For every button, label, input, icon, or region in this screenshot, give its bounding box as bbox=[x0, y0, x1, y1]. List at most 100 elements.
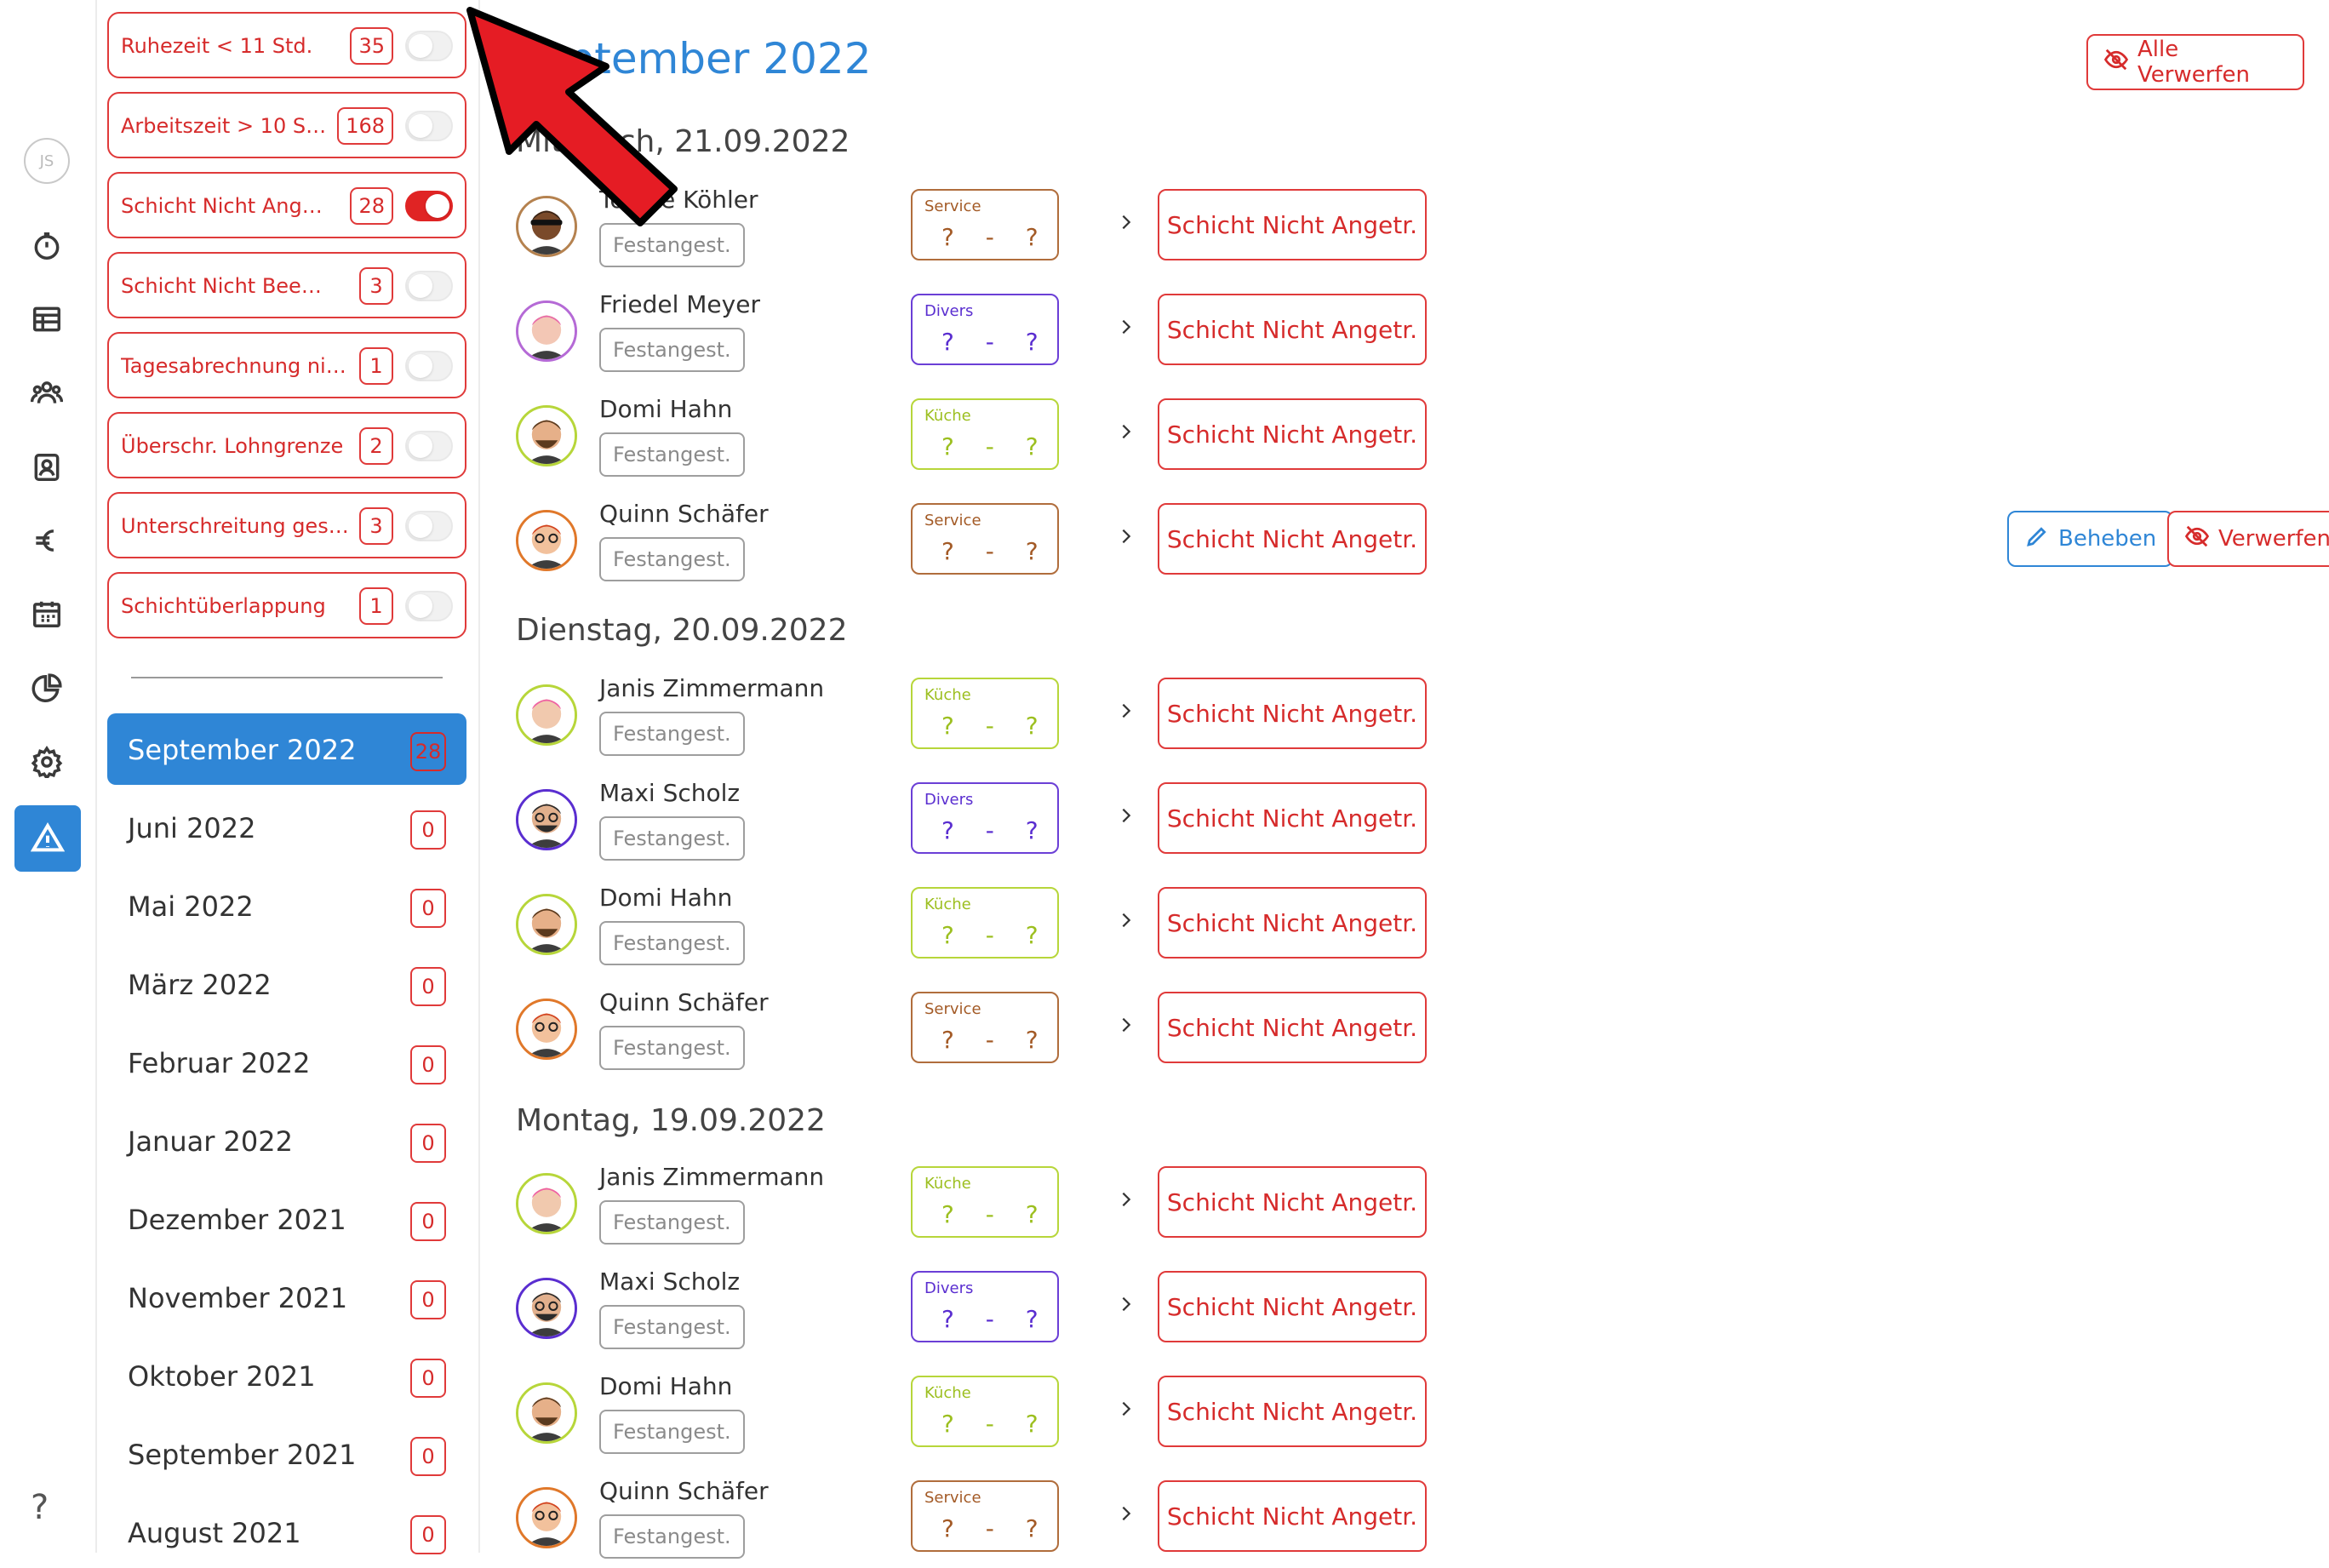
shift-box[interactable]: Divers ? - ? bbox=[911, 782, 1059, 854]
shift-type-label: Küche bbox=[924, 1175, 971, 1193]
status-button[interactable]: Schicht Nicht Angetr. bbox=[1158, 294, 1427, 365]
status-button[interactable]: Schicht Nicht Angetr. bbox=[1158, 1376, 1427, 1447]
main-content: September 2022 Alle Verwerfen Mittwoch, … bbox=[466, 0, 2329, 1559]
month-count-badge: 0 bbox=[410, 1124, 446, 1163]
status-button[interactable]: Schicht Nicht Angetr. bbox=[1158, 1271, 1427, 1342]
discard-all-button[interactable]: Alle Verwerfen bbox=[2086, 34, 2304, 90]
shift-box[interactable]: Küche ? - ? bbox=[911, 1376, 1059, 1447]
month-item[interactable]: Februar 2022 0 bbox=[107, 1027, 466, 1098]
month-item[interactable]: Juni 2022 0 bbox=[107, 792, 466, 863]
filter-toggle[interactable] bbox=[405, 351, 453, 381]
contact-card-icon[interactable] bbox=[27, 448, 66, 487]
filter-toggle[interactable] bbox=[405, 271, 453, 301]
month-item[interactable]: Oktober 2021 0 bbox=[107, 1340, 466, 1411]
status-button[interactable]: Schicht Nicht Angetr. bbox=[1158, 1480, 1427, 1552]
status-button[interactable]: Schicht Nicht Angetr. bbox=[1158, 189, 1427, 260]
shift-box[interactable]: Service ? - ? bbox=[911, 189, 1059, 260]
filter-toggle[interactable] bbox=[405, 511, 453, 541]
shift-box[interactable]: Service ? - ? bbox=[911, 1480, 1059, 1552]
filter-toggle[interactable] bbox=[405, 111, 453, 141]
employee-name: Domi Hahn bbox=[599, 1372, 733, 1400]
employee-row: Friedel Meyer Festangest. Divers ? - ? Schic… bbox=[516, 285, 2320, 379]
pie-chart-icon[interactable] bbox=[27, 669, 66, 708]
warning-icon[interactable] bbox=[14, 805, 81, 872]
filter-count-badge: 168 bbox=[337, 107, 393, 145]
month-item[interactable]: August 2021 0 bbox=[107, 1496, 466, 1568]
shift-box[interactable]: Service ? - ? bbox=[911, 503, 1059, 575]
filter-toggle[interactable] bbox=[405, 431, 453, 461]
shift-box[interactable]: Service ? - ? bbox=[911, 992, 1059, 1063]
toggle-knob bbox=[409, 514, 432, 538]
toggle-knob bbox=[409, 434, 432, 458]
day-heading: Montag, 19.09.2022 bbox=[516, 1103, 826, 1138]
month-label: Januar 2022 bbox=[128, 1125, 293, 1158]
calendar-icon[interactable] bbox=[27, 594, 66, 633]
fix-button[interactable]: Beheben bbox=[2007, 511, 2174, 567]
filter-toggle[interactable] bbox=[405, 591, 453, 621]
shift-box[interactable]: Divers ? - ? bbox=[911, 1271, 1059, 1342]
employment-type-badge: Festangest. bbox=[599, 1200, 745, 1245]
month-count-badge: 0 bbox=[410, 1359, 446, 1398]
month-label: August 2021 bbox=[128, 1517, 301, 1549]
month-item[interactable]: Dezember 2021 0 bbox=[107, 1183, 466, 1255]
status-button[interactable]: Schicht Nicht Angetr. bbox=[1158, 782, 1427, 854]
help-icon[interactable]: ? bbox=[31, 1488, 49, 1527]
discard-button[interactable]: Verwerfen bbox=[2167, 511, 2329, 567]
shift-box[interactable]: Küche ? - ? bbox=[911, 887, 1059, 959]
toggle-knob bbox=[409, 354, 432, 378]
icon-rail: JS ? bbox=[0, 0, 97, 1553]
shift-type-label: Küche bbox=[924, 1384, 971, 1402]
filter-item[interactable]: Unterschreitung ges. ... 3 bbox=[107, 492, 466, 558]
employee-name: Quinn Schäfer bbox=[599, 500, 769, 528]
shift-time-label: ? - ? bbox=[941, 712, 1050, 740]
gear-icon[interactable] bbox=[27, 742, 66, 781]
filter-item[interactable]: Schicht Nicht Beendet 3 bbox=[107, 252, 466, 318]
status-button[interactable]: Schicht Nicht Angetr. bbox=[1158, 503, 1427, 575]
month-label: November 2021 bbox=[128, 1282, 348, 1314]
stopwatch-icon[interactable] bbox=[27, 226, 66, 266]
filter-toggle[interactable] bbox=[405, 31, 453, 61]
employee-row: Tomke Köhler Festangest. Service? - ? Schic… bbox=[516, 180, 2320, 274]
filter-item[interactable]: Überschr. Lohngrenze 2 bbox=[107, 412, 466, 478]
annotation-arrow bbox=[466, 7, 678, 226]
filter-item[interactable]: Schichtüberlappung 1 bbox=[107, 572, 466, 638]
month-count-badge: 0 bbox=[410, 967, 446, 1006]
shift-type-label: Divers bbox=[924, 1279, 974, 1297]
employment-type-badge: Festangest. bbox=[599, 1305, 745, 1349]
filter-toggle[interactable] bbox=[405, 191, 453, 221]
filter-label: Tagesabrechnung nic... bbox=[121, 354, 354, 378]
fix-label: Beheben bbox=[2058, 526, 2157, 552]
month-item[interactable]: November 2021 0 bbox=[107, 1262, 466, 1333]
filter-item[interactable]: Tagesabrechnung nic... 1 bbox=[107, 332, 466, 398]
shift-time-label: ? - ? bbox=[941, 1305, 1050, 1333]
month-item[interactable]: September 2022 28 bbox=[107, 713, 466, 785]
pencil-icon bbox=[2024, 524, 2050, 555]
euro-icon[interactable] bbox=[27, 521, 66, 560]
status-button[interactable]: Schicht Nicht Angetr. bbox=[1158, 887, 1427, 959]
month-item[interactable]: März 2022 0 bbox=[107, 948, 466, 1020]
month-item[interactable]: Januar 2022 0 bbox=[107, 1105, 466, 1176]
status-button[interactable]: Schicht Nicht Angetr. bbox=[1158, 992, 1427, 1063]
user-avatar[interactable]: JS bbox=[24, 138, 70, 184]
shift-box[interactable]: Küche ? - ? bbox=[911, 678, 1059, 749]
toggle-knob bbox=[426, 194, 449, 218]
shift-box[interactable]: Küche ? - ? bbox=[911, 398, 1059, 470]
people-icon[interactable] bbox=[27, 373, 66, 412]
employment-type-badge: Festangest. bbox=[599, 816, 745, 861]
employee-row: Quinn Schäfer Festangest. Service ? - ? Schi… bbox=[516, 983, 2320, 1077]
filter-label: Unterschreitung ges. ... bbox=[121, 514, 354, 538]
filter-item[interactable]: Ruhezeit < 11 Std. 35 bbox=[107, 12, 466, 78]
filter-item[interactable]: Schicht Nicht Angetr. 28 bbox=[107, 172, 466, 238]
shift-time-label: ? - ? bbox=[941, 537, 1050, 565]
status-button[interactable]: Schicht Nicht Angetr. bbox=[1158, 398, 1427, 470]
shift-box[interactable]: Küche ? - ? bbox=[911, 1166, 1059, 1238]
filter-item[interactable]: Arbeitszeit > 10 Std. 168 bbox=[107, 92, 466, 158]
employee-name: Quinn Schäfer bbox=[599, 988, 769, 1016]
status-button[interactable]: Schicht Nicht Angetr. bbox=[1158, 678, 1427, 749]
employee-name: Janis Zimmermann bbox=[599, 674, 825, 702]
table-icon[interactable] bbox=[27, 300, 66, 339]
status-button[interactable]: Schicht Nicht Angetr. bbox=[1158, 1166, 1427, 1238]
month-item[interactable]: Mai 2022 0 bbox=[107, 870, 466, 941]
month-item[interactable]: September 2021 0 bbox=[107, 1418, 466, 1490]
shift-box[interactable]: Divers ? - ? bbox=[911, 294, 1059, 365]
